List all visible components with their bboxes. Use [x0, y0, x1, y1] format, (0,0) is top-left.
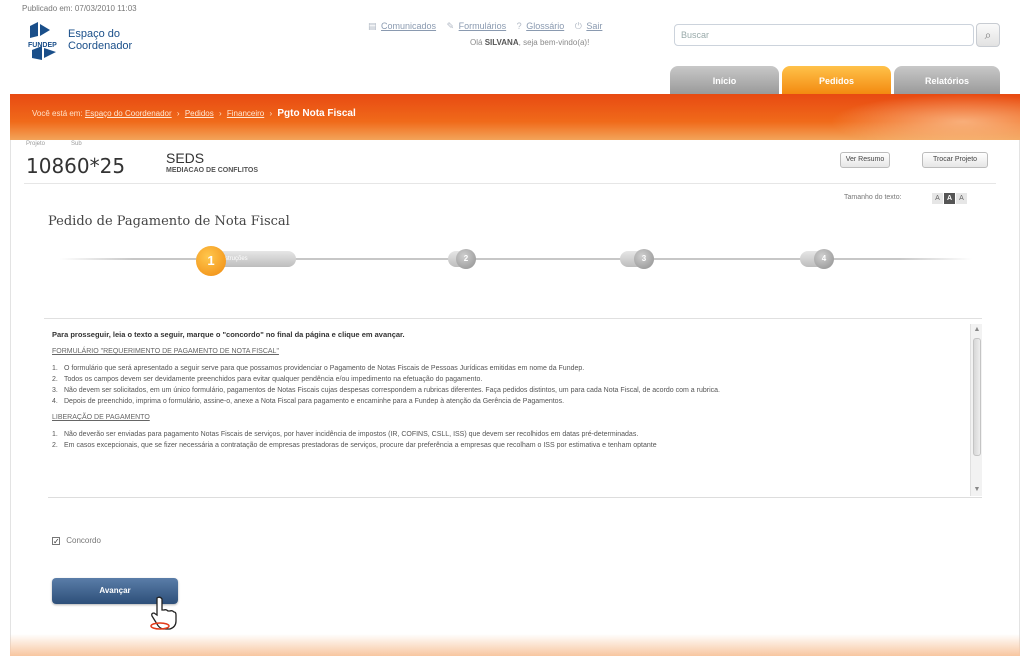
search-button[interactable]: ⌕ [976, 23, 1000, 47]
user-name: SILVANA [484, 38, 519, 47]
instructions-intro: Para prosseguir, leia o texto a seguir, … [52, 330, 405, 339]
breadcrumb-current: Pgto Nota Fiscal [277, 108, 356, 119]
breadcrumb-item-espaco[interactable]: Espaço do Coordenador [85, 109, 172, 118]
hand-cursor-icon [150, 596, 177, 630]
link-comunicados[interactable]: Comunicados [381, 21, 436, 31]
page-title: Pedido de Pagamento de Nota Fiscal [48, 214, 290, 229]
scroll-down-icon[interactable]: ▼ [971, 484, 983, 496]
glossario-icon: ? [516, 21, 522, 31]
top-links: ▤ Comunicados ✎ Formulários ? Glossário … [368, 21, 610, 32]
divider [44, 318, 982, 319]
link-glossario[interactable]: Glossário [526, 21, 564, 31]
ver-resumo-button[interactable]: Ver Resumo [840, 152, 890, 168]
instructions-text: Para prosseguir, leia o texto a seguir, … [48, 324, 968, 497]
comunicados-icon: ▤ [368, 21, 377, 31]
link-sair[interactable]: Sair [586, 21, 602, 31]
user-greeting: Olá SILVANA, seja bem-vindo(a)! [470, 38, 590, 47]
tab-relatorios[interactable]: Relatórios [894, 66, 1000, 94]
logo-mark-text: FUNDEP [28, 42, 57, 49]
list-item: 1. Não deverão ser enviadas para pagament… [52, 431, 639, 438]
breadcrumb-separator: › [269, 109, 273, 118]
agree-checkbox[interactable]: ✓ [52, 536, 60, 545]
list-item: 2. Todos os campos devem ser devidamente … [52, 376, 483, 383]
instructions-scrollbar[interactable]: ▲ ▼ [970, 324, 982, 496]
text-size-label: Tamanho do texto: [844, 194, 902, 201]
footer-decoration [10, 634, 1020, 656]
list-item: 4. Depois de preenchido, imprima o formul… [52, 398, 565, 405]
step-2-indicator: 2 [456, 249, 476, 269]
published-date: Publicado em: 07/03/2010 11:03 [22, 4, 137, 13]
site-logo[interactable]: FUNDEP Espaço do Coordenador [24, 22, 174, 66]
trocar-projeto-button[interactable]: Trocar Projeto [922, 152, 988, 168]
scroll-up-icon[interactable]: ▲ [971, 324, 983, 336]
logo-title: Espaço do Coordenador [68, 28, 133, 52]
breadcrumb-separator: › [176, 109, 180, 118]
text-size-normal-button[interactable]: A [944, 193, 955, 204]
scroll-thumb[interactable] [973, 338, 981, 456]
project-org: SEDS [166, 150, 205, 166]
step-3-indicator: 3 [634, 249, 654, 269]
project-number: 10860*25 [26, 154, 126, 178]
list-item: 2. Em casos excepcionais, que se fizer ne… [52, 442, 657, 449]
formularios-icon: ✎ [446, 21, 455, 31]
text-size-increase-button[interactable]: A [956, 193, 967, 204]
agree-checkbox-row[interactable]: ✓ Concordo [52, 536, 101, 545]
list-item: 3. Não devem ser solicitados, em um único… [52, 387, 720, 394]
instructions-panel[interactable]: Para prosseguir, leia o texto a seguir, … [48, 324, 982, 498]
project-labels: Projeto Sub [26, 141, 82, 147]
divider [24, 183, 996, 184]
breadcrumb: Você está em: Espaço do Coordenador › Pe… [32, 108, 356, 119]
breadcrumb-separator: › [218, 109, 222, 118]
text-size-decrease-button[interactable]: A [932, 193, 943, 204]
instructions-section-2: LIBERAÇÃO DE PAGAMENTO [52, 414, 150, 421]
breadcrumb-prefix: Você está em: [32, 109, 83, 118]
instructions-section-1: FORMULÁRIO "REQUERIMENTO DE PAGAMENTO DE… [52, 348, 279, 355]
breadcrumb-item-pedidos[interactable]: Pedidos [185, 109, 214, 118]
breadcrumb-item-financeiro[interactable]: Financeiro [227, 109, 264, 118]
list-item: 1. O formulário que será apresentado a se… [52, 365, 585, 372]
step-1-indicator: 1 [196, 246, 226, 276]
link-formularios[interactable]: Formulários [459, 21, 507, 31]
step-4-indicator: 4 [814, 249, 834, 269]
logout-icon: ⏻ [574, 21, 582, 31]
tab-inicio[interactable]: Início [670, 66, 779, 94]
project-description: MEDIACAO DE CONFLITOS [166, 167, 259, 174]
tab-pedidos[interactable]: Pedidos [782, 66, 891, 94]
agree-label: Concordo [66, 536, 101, 545]
search-icon: ⌕ [984, 28, 992, 42]
search-input[interactable]: Buscar [674, 24, 974, 46]
banner-decoration [830, 94, 1020, 140]
